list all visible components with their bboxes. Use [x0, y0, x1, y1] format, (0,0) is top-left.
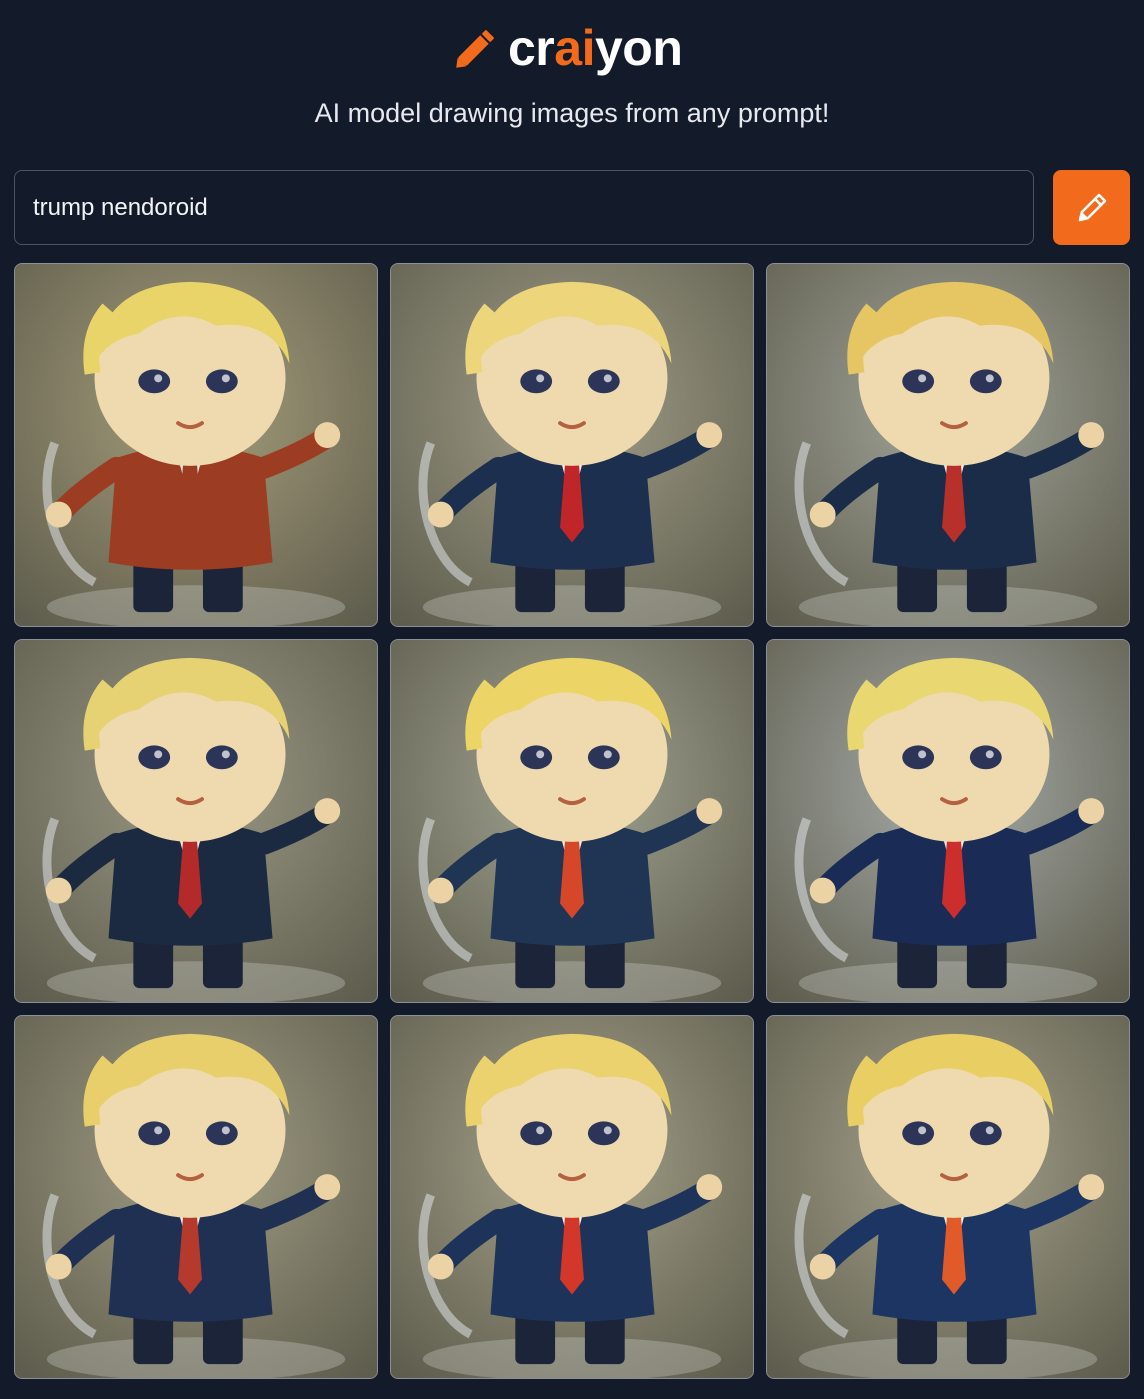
figurine-image: [767, 1016, 1129, 1378]
figurine-image: [15, 1016, 377, 1378]
results-grid: [14, 263, 1130, 1379]
logo-wordmark: craiyon: [508, 19, 683, 77]
prompt-input[interactable]: [14, 170, 1034, 245]
generated-image-tile[interactable]: [766, 639, 1130, 1003]
figurine-image: [767, 264, 1129, 626]
generated-image-tile[interactable]: [14, 639, 378, 1003]
generated-image-tile[interactable]: [390, 263, 754, 627]
figurine-image: [391, 264, 753, 626]
generated-image-tile[interactable]: [766, 1015, 1130, 1379]
logo-text-accent: ai: [554, 20, 595, 76]
pencil-icon: [1078, 193, 1106, 221]
generated-image-tile[interactable]: [766, 263, 1130, 627]
figurine-image: [391, 1016, 753, 1378]
generated-image-tile[interactable]: [14, 1015, 378, 1379]
pencil-icon: [456, 30, 494, 68]
generated-image-tile[interactable]: [14, 263, 378, 627]
figurine-image: [767, 640, 1129, 1002]
logo-text-end: yon: [594, 20, 683, 76]
tagline: AI model drawing images from any prompt!: [314, 98, 830, 128]
figurine-image: [15, 264, 377, 626]
header: craiyon AI model drawing images from any…: [0, 0, 1144, 150]
figurine-image: [391, 640, 753, 1002]
generated-image-tile[interactable]: [390, 1015, 754, 1379]
figurine-image: [15, 640, 377, 1002]
logo-text-start: cr: [508, 20, 555, 76]
craiyon-logo[interactable]: craiyon: [448, 16, 683, 80]
draw-button[interactable]: [1053, 170, 1130, 245]
generated-image-tile[interactable]: [390, 639, 754, 1003]
